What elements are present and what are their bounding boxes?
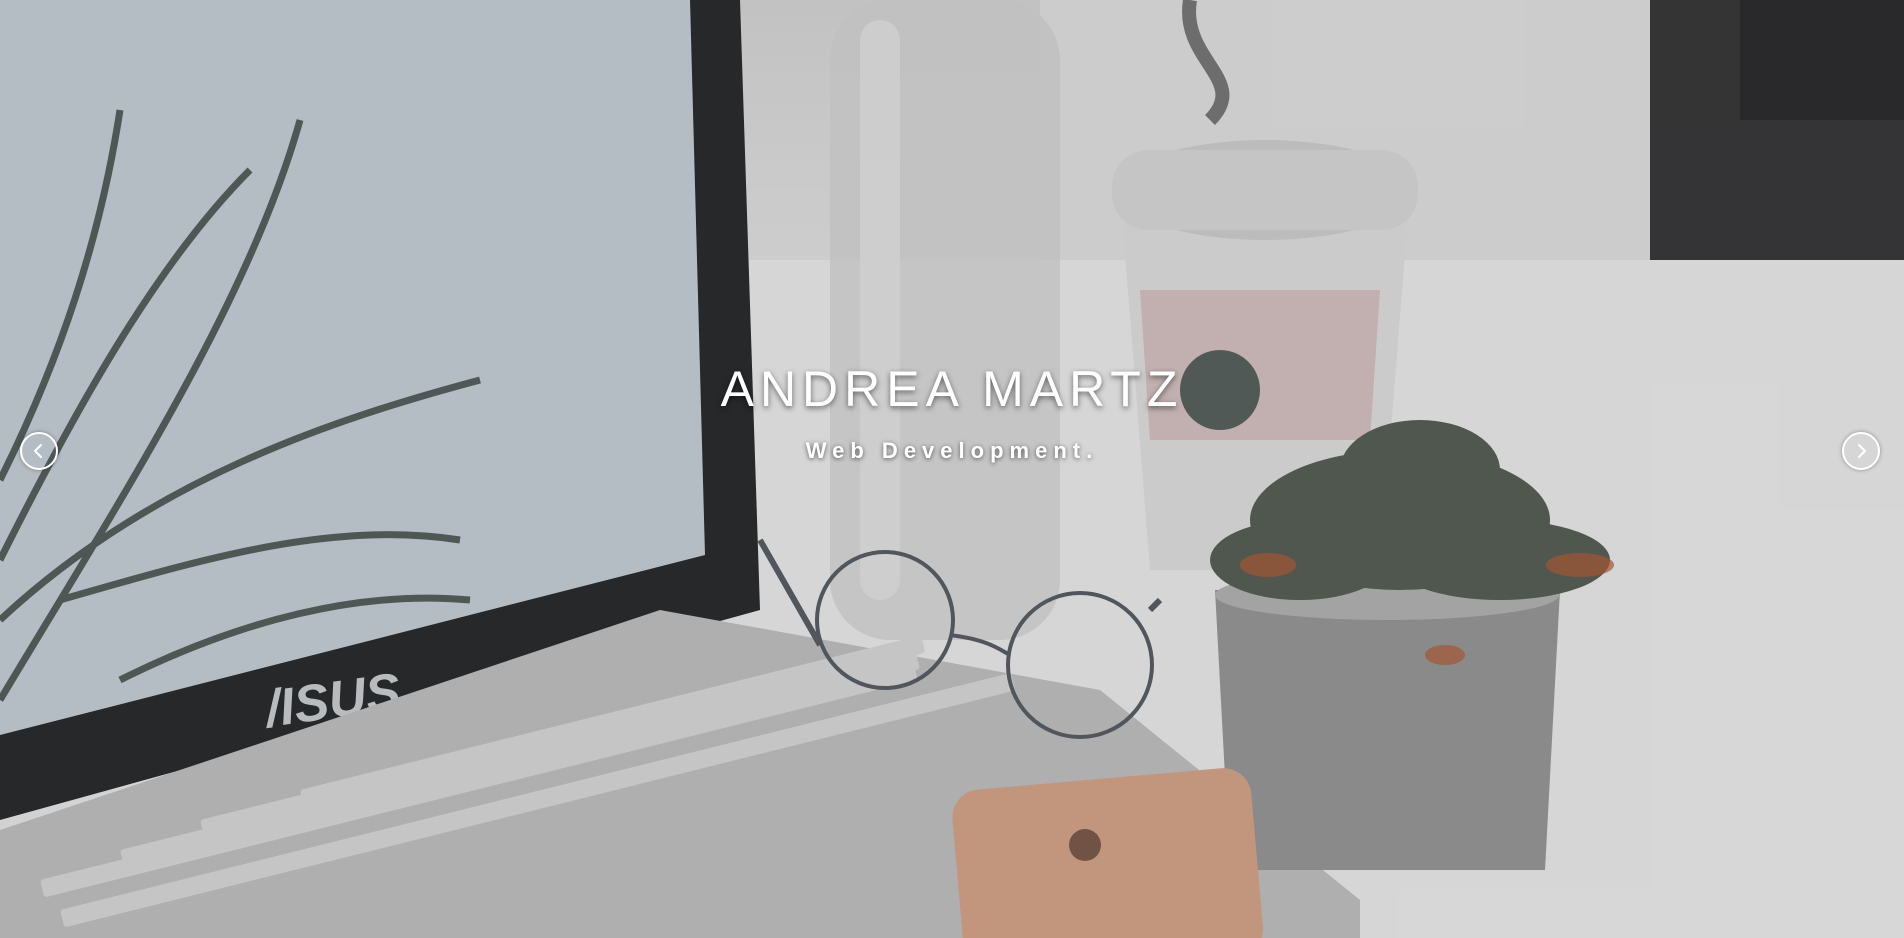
chevron-left-icon	[34, 444, 42, 458]
hero-title: ANDREA MARTZ	[720, 361, 1184, 417]
hero-carousel: /ISUS ANDREA MARTZ Web Development.	[0, 0, 1904, 938]
carousel-prev-button[interactable]	[20, 432, 58, 470]
hero-background-image: /ISUS	[0, 0, 1904, 938]
chevron-right-icon	[1858, 444, 1866, 458]
carousel-next-button[interactable]	[1842, 432, 1880, 470]
hero-tagline: Web Development.	[805, 438, 1099, 463]
hero-caption: ANDREA MARTZ Web Development.	[0, 362, 1904, 464]
